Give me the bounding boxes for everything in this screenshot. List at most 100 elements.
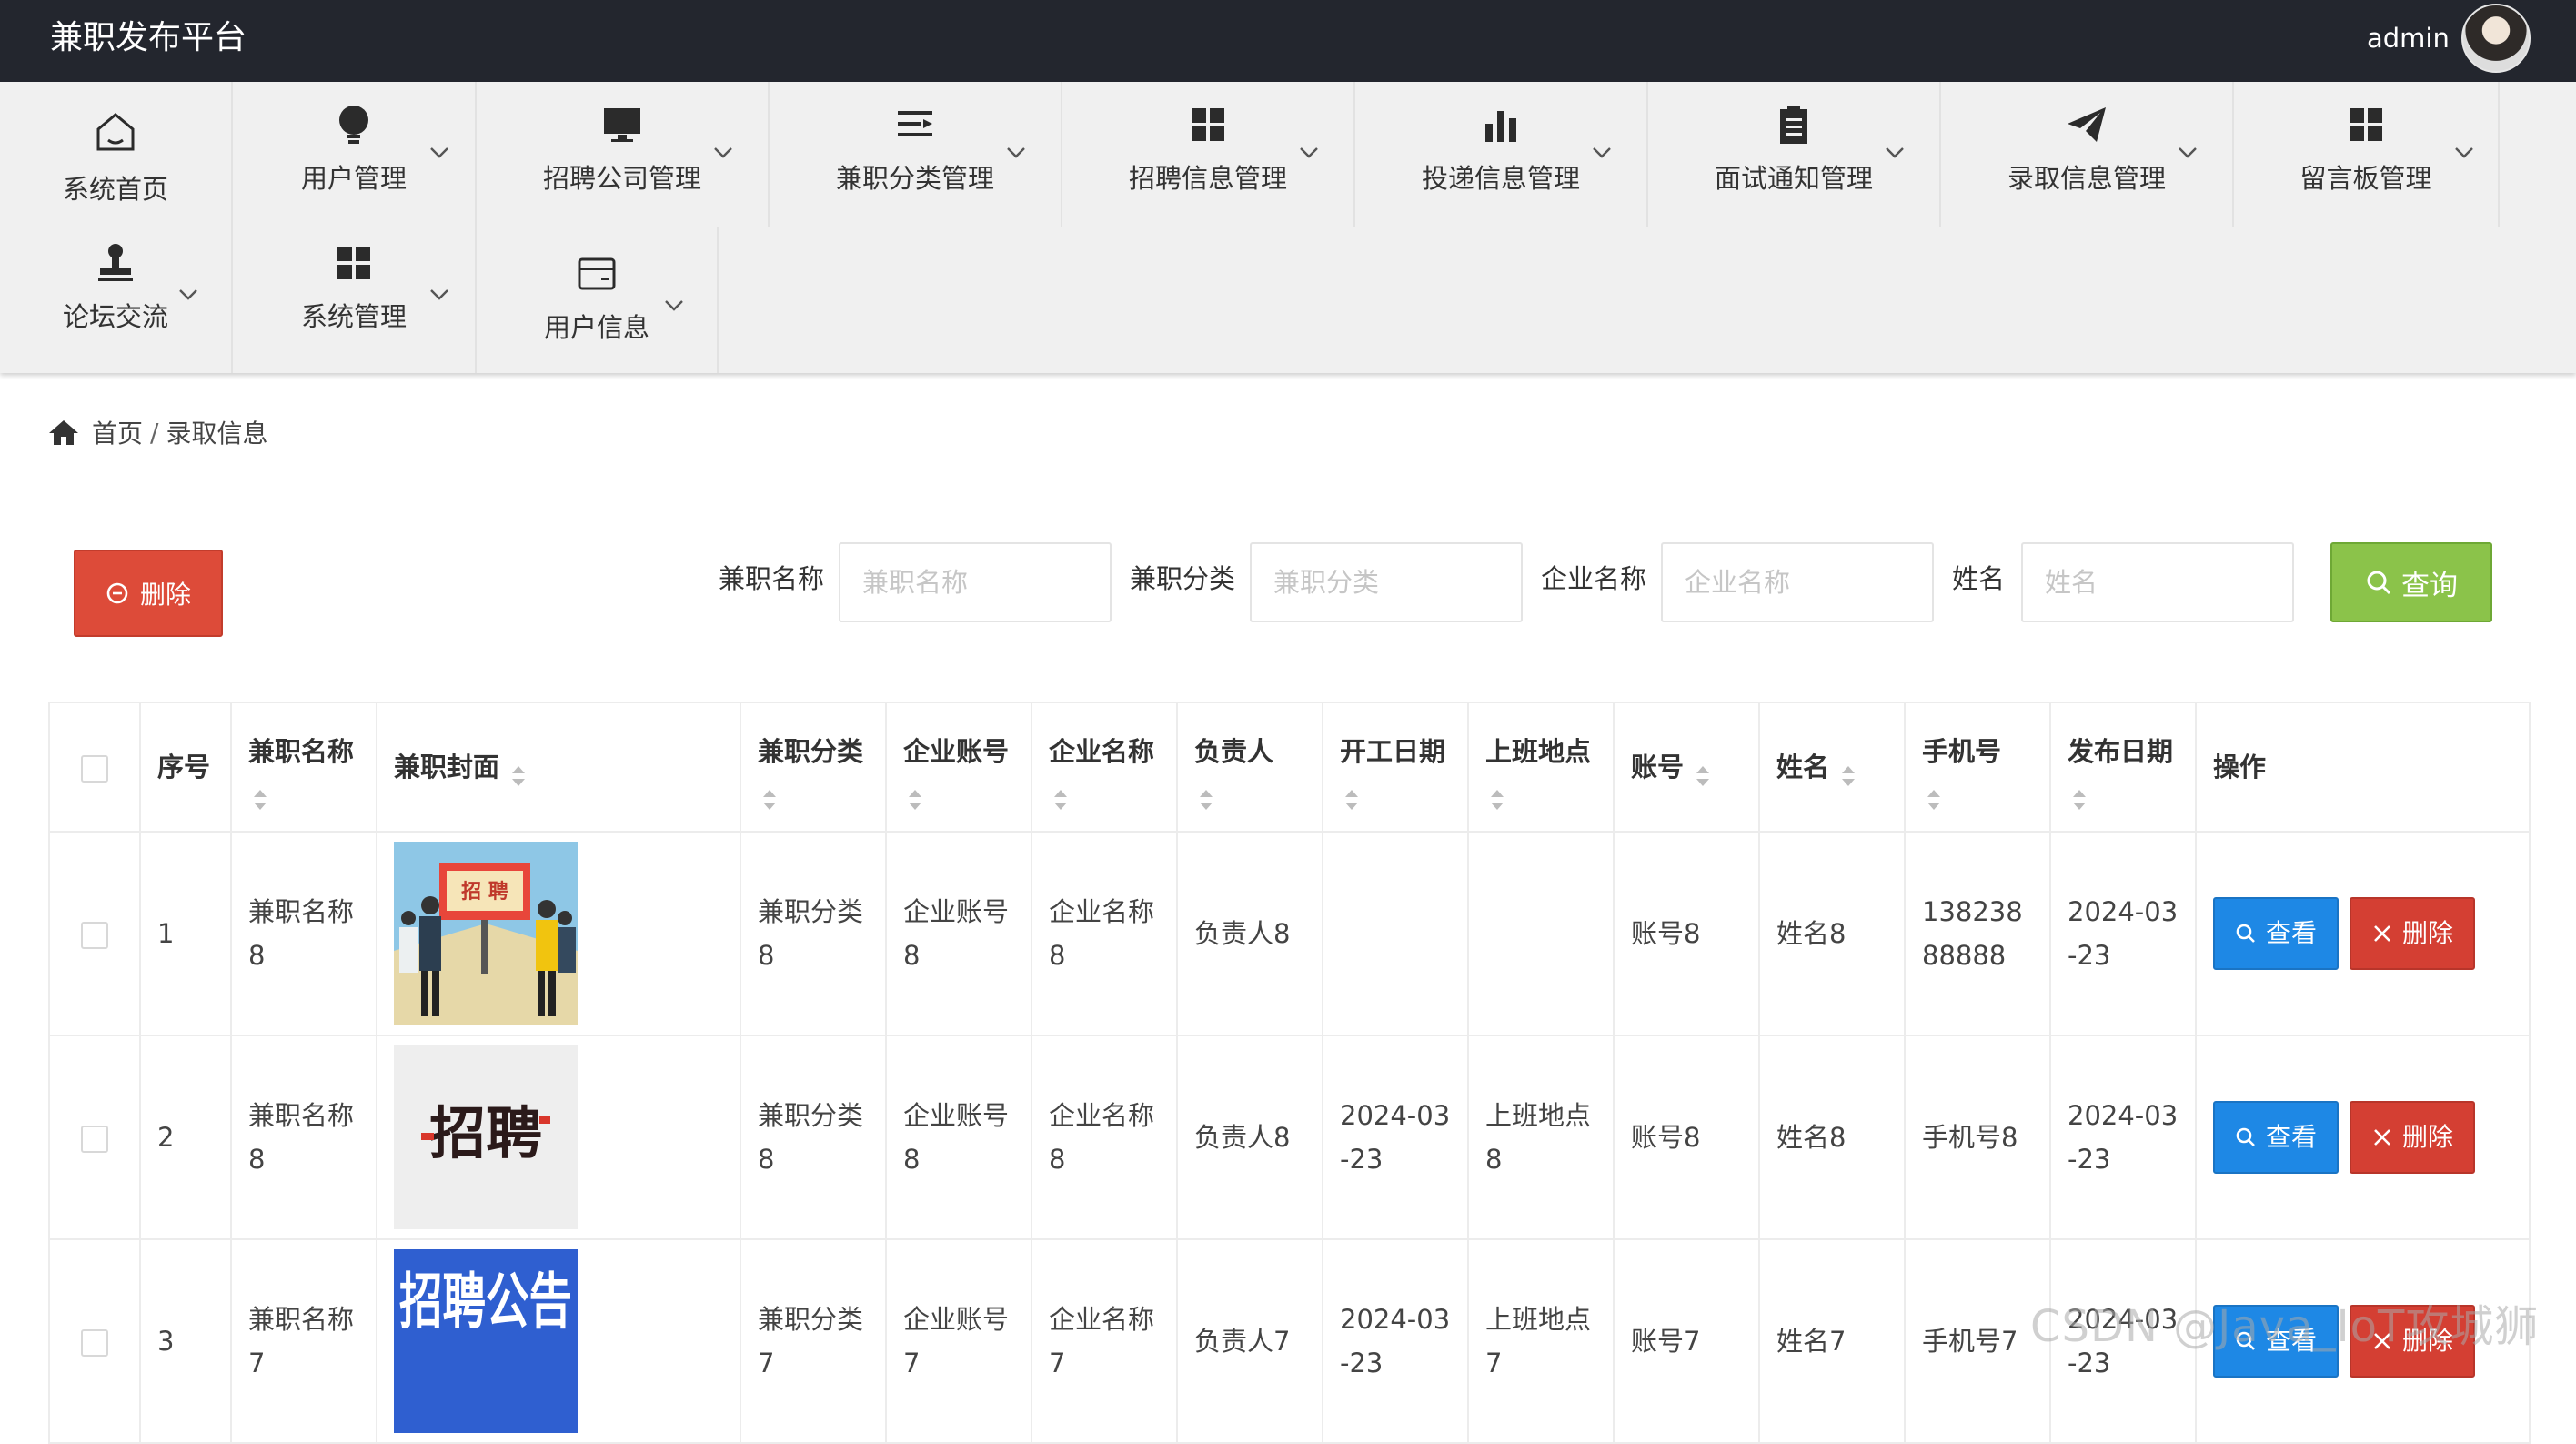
job-category-input[interactable] (1250, 542, 1523, 622)
view-button[interactable]: 查看 (2213, 1101, 2339, 1174)
header-select-all[interactable] (48, 702, 141, 833)
delete-button[interactable]: 删除 (2350, 1101, 2475, 1174)
chevron-down-icon (2179, 147, 2197, 158)
header-location[interactable]: 上班地点 (1467, 702, 1615, 833)
menu-item-category[interactable]: 兼职分类管理 (770, 82, 1062, 227)
job-name-input[interactable] (839, 542, 1112, 622)
chevron-down-icon (1593, 147, 1611, 158)
sort-icon[interactable] (2071, 781, 2088, 810)
company-name-input[interactable] (1661, 542, 1934, 622)
chevron-down-icon (1886, 147, 1904, 158)
sort-icon[interactable] (252, 781, 268, 810)
select-all-checkbox[interactable] (81, 755, 108, 783)
menu-item-forum[interactable]: 论坛交流 (0, 227, 233, 373)
header-start-date[interactable]: 开工日期 (1322, 702, 1469, 833)
grid-icon (337, 247, 370, 279)
cell-job-category: 兼职分类7 (740, 1238, 887, 1444)
main-menu: 系统首页 用户管理 招聘公司管理 兼职分类管理 招聘信息管理 投递信息管理 面试… (0, 82, 2576, 373)
header-user-account[interactable]: 账号 (1613, 702, 1760, 833)
header-publish-date[interactable]: 发布日期 (2049, 702, 2197, 833)
sort-icon[interactable] (761, 781, 778, 810)
filter-label-person-name: 姓名 (1952, 563, 2006, 594)
search-icon (2367, 571, 2391, 595)
menu-item-recruit-info[interactable]: 招聘信息管理 (1062, 82, 1355, 227)
menu-item-user-info[interactable]: 用户信息 (477, 227, 719, 373)
paper-plane-icon (2068, 107, 2106, 142)
cell-start-date: 2024-03-23 (1322, 1035, 1469, 1240)
menu-item-company[interactable]: 招聘公司管理 (477, 82, 770, 227)
sort-icon[interactable] (1489, 781, 1505, 810)
query-button[interactable]: 查询 (2330, 542, 2492, 622)
sort-icon[interactable] (1840, 757, 1857, 786)
sort-icon[interactable] (1695, 757, 1711, 786)
breadcrumb-separator: / (150, 417, 159, 448)
menu-item-label: 兼职分类管理 (835, 163, 994, 194)
header-person-name[interactable]: 姓名 (1758, 702, 1906, 833)
person-name-input[interactable] (2021, 542, 2294, 622)
lightbulb-icon (339, 106, 368, 144)
row-checkbox[interactable] (81, 922, 108, 949)
header-job-cover[interactable]: 兼职封面 (376, 702, 741, 833)
svg-text:招 聘: 招 聘 (461, 881, 508, 904)
cell-publish-date: 2024-03-23 (2049, 831, 2197, 1036)
cell-manager: 负责人7 (1176, 1238, 1323, 1444)
sort-icon[interactable] (1926, 781, 1942, 810)
cell-job-cover: 招聘公告 (376, 1238, 741, 1444)
header-index: 序号 (139, 702, 232, 833)
cell-phone: 13823888888 (1904, 831, 2051, 1036)
header-company-name[interactable]: 企业名称 (1031, 702, 1178, 833)
menu-item-interview[interactable]: 面试通知管理 (1648, 82, 1941, 227)
user-name[interactable]: admin (2367, 20, 2450, 56)
menu-item-admission[interactable]: 录取信息管理 (1941, 82, 2234, 227)
header-job-name[interactable]: 兼职名称 (230, 702, 377, 833)
header-job-category[interactable]: 兼职分类 (740, 702, 887, 833)
chevron-down-icon (2455, 147, 2473, 158)
job-cover-image: 招聘 (394, 1045, 578, 1229)
cell-company-account: 企业账号7 (885, 1238, 1032, 1444)
menu-item-label: 系统首页 (62, 174, 168, 205)
menu-item-message-board[interactable]: 留言板管理 (2234, 82, 2500, 227)
header-company-account[interactable]: 企业账号 (885, 702, 1032, 833)
sort-icon[interactable] (1343, 781, 1360, 810)
menu-item-label: 投递信息管理 (1421, 163, 1580, 194)
chevron-down-icon (430, 289, 448, 300)
header-actions: 操作 (2195, 702, 2531, 833)
avatar[interactable] (2461, 4, 2531, 73)
app-title: 兼职发布平台 (50, 19, 247, 56)
breadcrumb-current: 录取信息 (166, 419, 268, 449)
minus-circle-icon (106, 582, 128, 604)
view-button[interactable]: 查看 (2213, 897, 2339, 970)
close-icon (2374, 925, 2390, 942)
cell-company-name: 企业名称8 (1031, 1035, 1178, 1240)
menu-item-users[interactable]: 用户管理 (233, 82, 477, 227)
header-phone[interactable]: 手机号 (1904, 702, 2051, 833)
cell-index: 3 (139, 1238, 232, 1444)
delete-button[interactable]: 删除 (2350, 897, 2475, 970)
breadcrumb-home[interactable]: 首页 (92, 414, 143, 450)
menu-item-label: 论坛交流 (62, 301, 168, 332)
chevron-down-icon (179, 289, 197, 300)
cell-index: 1 (139, 831, 232, 1036)
cell-phone: 手机号8 (1904, 1035, 2051, 1240)
bar-chart-icon (1485, 111, 1516, 142)
sort-icon[interactable] (907, 781, 923, 810)
cell-start-date: 2024-03-23 (1322, 1238, 1469, 1444)
chevron-down-icon (714, 147, 732, 158)
cell-company-account: 企业账号8 (885, 1035, 1032, 1240)
sort-icon[interactable] (1052, 781, 1069, 810)
row-checkbox[interactable] (81, 1126, 108, 1153)
sort-icon[interactable] (1198, 781, 1214, 810)
cell-user-account: 账号7 (1613, 1238, 1760, 1444)
menu-item-home[interactable]: 系统首页 (0, 82, 233, 227)
table-row: 2 兼职名称8 招聘 兼职分类8 企业账号8 企业名称8 负责人8 2024-0… (48, 1035, 2531, 1240)
home-icon (49, 420, 78, 445)
menu-item-system[interactable]: 系统管理 (233, 227, 477, 373)
home-icon (96, 113, 135, 151)
batch-delete-button[interactable]: 删除 (74, 550, 223, 637)
cell-job-name: 兼职名称8 (230, 1035, 377, 1240)
menu-item-delivery[interactable]: 投递信息管理 (1355, 82, 1648, 227)
sort-icon[interactable] (510, 757, 527, 786)
header-manager[interactable]: 负责人 (1176, 702, 1323, 833)
row-checkbox[interactable] (81, 1329, 108, 1357)
cell-job-category: 兼职分类8 (740, 1035, 887, 1240)
